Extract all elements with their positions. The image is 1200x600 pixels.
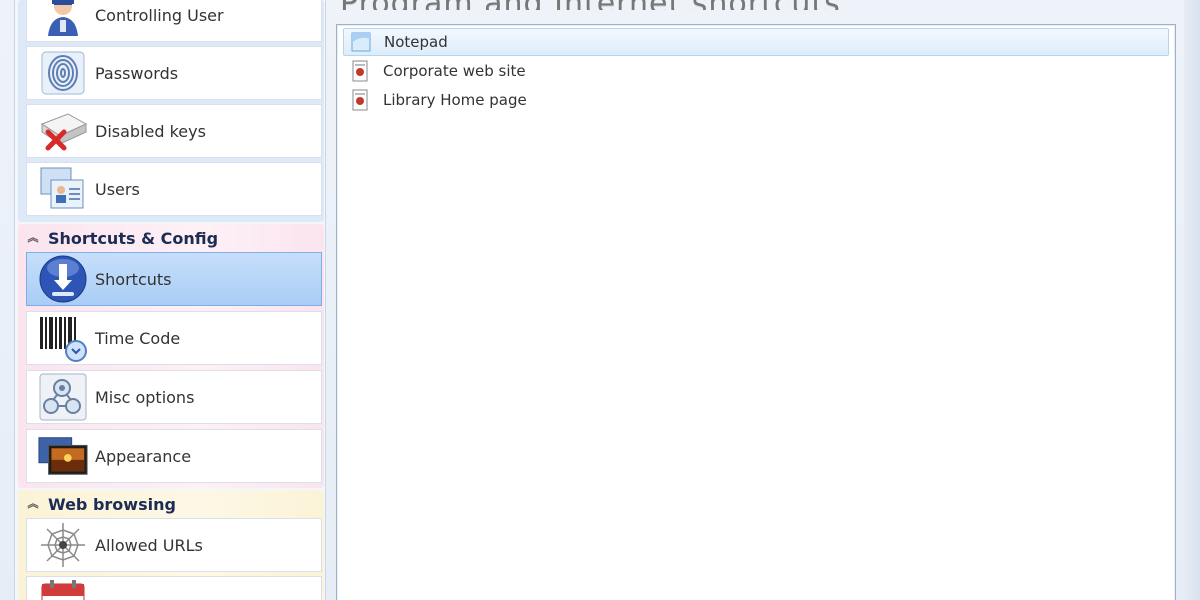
sidebar-item-label: Misc options xyxy=(95,387,195,407)
sidebar-item-shortcuts[interactable]: Shortcuts xyxy=(26,252,322,306)
list-item-corporate-web-site[interactable]: Corporate web site xyxy=(343,57,1169,85)
sidebar-item-time-code[interactable]: Time Code xyxy=(26,311,322,365)
sidebar-group-shortcuts-config: ︽ Shortcuts & Config Shortcuts Time Code… xyxy=(18,224,324,488)
list-item-label: Corporate web site xyxy=(383,62,526,80)
sidebar-item-disabled-keys[interactable]: Disabled keys xyxy=(26,104,322,158)
sidebar-item-misc-options[interactable]: Misc options xyxy=(26,370,322,424)
sidebar-item-appearance[interactable]: Appearance xyxy=(26,429,322,483)
disabled-keys-icon xyxy=(37,105,89,157)
appearance-icon xyxy=(37,430,89,482)
sidebar-item-label: Passwords xyxy=(95,63,179,83)
sidebar-group-web-browsing: ︽ Web browsing Allowed URLs xyxy=(18,490,324,600)
shortcut-arrow-icon xyxy=(37,253,89,305)
sidebar-group-users: Controlling User Passwords Disabled keys… xyxy=(18,0,324,222)
sidebar-item-controlling-user[interactable]: Controlling User xyxy=(26,0,322,42)
window-right-edge xyxy=(1184,0,1200,600)
web-shortcut-icon xyxy=(349,60,371,82)
sidebar-item-allowed-urls[interactable]: Allowed URLs xyxy=(26,518,322,572)
list-item-label: Notepad xyxy=(384,33,448,51)
web-shortcut-icon xyxy=(349,89,371,111)
fingerprint-icon xyxy=(37,47,89,99)
collapse-chevron-icon[interactable]: ︽ xyxy=(24,495,42,513)
users-icon xyxy=(37,163,89,215)
sidebar-item-users[interactable]: Users xyxy=(26,162,322,216)
collapse-chevron-icon[interactable]: ︽ xyxy=(24,229,42,247)
calendar-icon xyxy=(37,577,89,600)
sidebar-item-label: Disabled keys xyxy=(95,121,206,141)
notepad-icon xyxy=(350,31,372,53)
shortcuts-list[interactable]: Notepad Corporate web site Library Home … xyxy=(336,24,1176,600)
sidebar-item-label: Shortcuts xyxy=(95,269,172,289)
group-header-web-browsing[interactable]: ︽ Web browsing xyxy=(24,492,320,516)
web-spider-icon xyxy=(37,519,89,571)
group-header-shortcuts-config[interactable]: ︽ Shortcuts & Config xyxy=(24,226,320,250)
sidebar-item-passwords[interactable]: Passwords xyxy=(26,46,322,100)
page-title: Program and Internet shortcuts xyxy=(340,0,841,10)
sidebar-item-label: Time Code xyxy=(95,328,181,348)
sidebar-item-label: Appearance xyxy=(95,446,192,466)
user-icon xyxy=(37,0,89,41)
sidebar-item-label: Controlling User xyxy=(95,5,224,25)
group-title: Web browsing xyxy=(48,494,176,514)
group-title: Shortcuts & Config xyxy=(48,228,219,248)
list-item-library-home-page[interactable]: Library Home page xyxy=(343,86,1169,114)
sidebar-item-calendar[interactable] xyxy=(26,576,322,600)
misc-options-icon xyxy=(37,371,89,423)
sidebar-item-label: Users xyxy=(95,179,140,199)
sidebar-item-label: Allowed URLs xyxy=(95,535,203,555)
list-item-label: Library Home page xyxy=(383,91,527,109)
list-item-notepad[interactable]: Notepad xyxy=(343,28,1169,56)
barcode-clock-icon xyxy=(37,312,89,364)
sidebar: Controlling User Passwords Disabled keys… xyxy=(14,0,326,600)
page-title-container: Program and Internet shortcuts xyxy=(340,0,1180,10)
